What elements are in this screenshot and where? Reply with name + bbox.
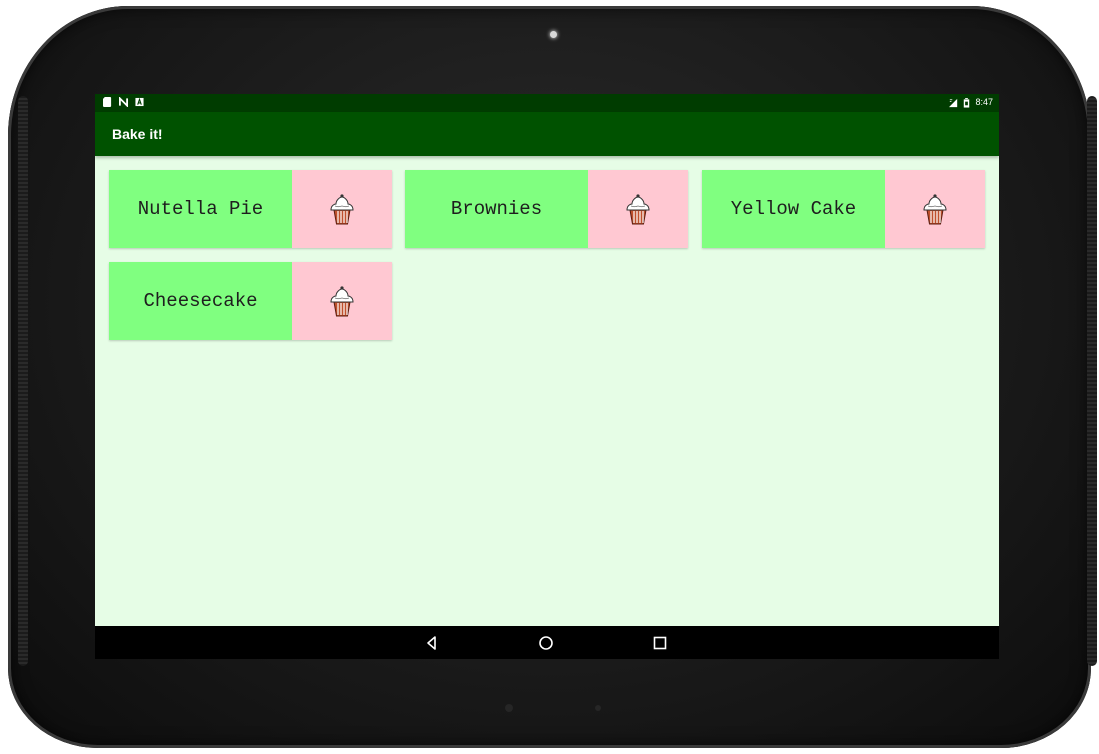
status-bar: 8:47	[95, 94, 999, 112]
home-icon[interactable]	[537, 634, 555, 652]
recipe-card-cheesecake[interactable]: Cheesecake	[109, 262, 392, 340]
device-screen: 8:47 Bake it! Nutella Pie Brownies Yello…	[95, 94, 999, 659]
recipe-thumbnail	[292, 262, 392, 340]
recents-icon[interactable]	[651, 634, 669, 652]
battery-icon	[964, 97, 970, 108]
bottom-sensor	[595, 705, 601, 711]
n-icon	[119, 97, 128, 107]
recipe-thumbnail	[588, 170, 688, 248]
sd-card-icon	[103, 97, 112, 107]
cupcake-icon	[626, 194, 650, 225]
recipe-thumbnail	[292, 170, 392, 248]
back-icon[interactable]	[423, 634, 441, 652]
signal-icon	[949, 98, 958, 107]
bottom-sensor	[505, 704, 513, 712]
left-speaker-grille	[18, 96, 28, 666]
a-icon	[135, 97, 144, 107]
cupcake-icon	[330, 286, 354, 317]
recipe-card-yellow-cake[interactable]: Yellow Cake	[702, 170, 985, 248]
navigation-bar	[95, 626, 999, 659]
app-bar: Bake it!	[95, 112, 999, 156]
status-time: 8:47	[975, 97, 993, 107]
app-title: Bake it!	[112, 126, 163, 142]
recipe-card-brownies[interactable]: Brownies	[405, 170, 688, 248]
recipe-name: Cheesecake	[109, 262, 292, 340]
recipe-name: Nutella Pie	[109, 170, 292, 248]
recipe-name: Brownies	[405, 170, 588, 248]
cupcake-icon	[330, 194, 354, 225]
right-speaker-grille	[1087, 96, 1097, 666]
status-icons-right: 8:47	[949, 97, 993, 108]
status-icons-left	[103, 97, 144, 107]
recipe-card-nutella-pie[interactable]: Nutella Pie	[109, 170, 392, 248]
recipe-grid: Nutella Pie Brownies Yellow Cake Cheesec…	[95, 156, 999, 626]
recipe-name: Yellow Cake	[702, 170, 885, 248]
recipe-thumbnail	[885, 170, 985, 248]
cupcake-icon	[923, 194, 947, 225]
front-camera	[550, 31, 557, 38]
